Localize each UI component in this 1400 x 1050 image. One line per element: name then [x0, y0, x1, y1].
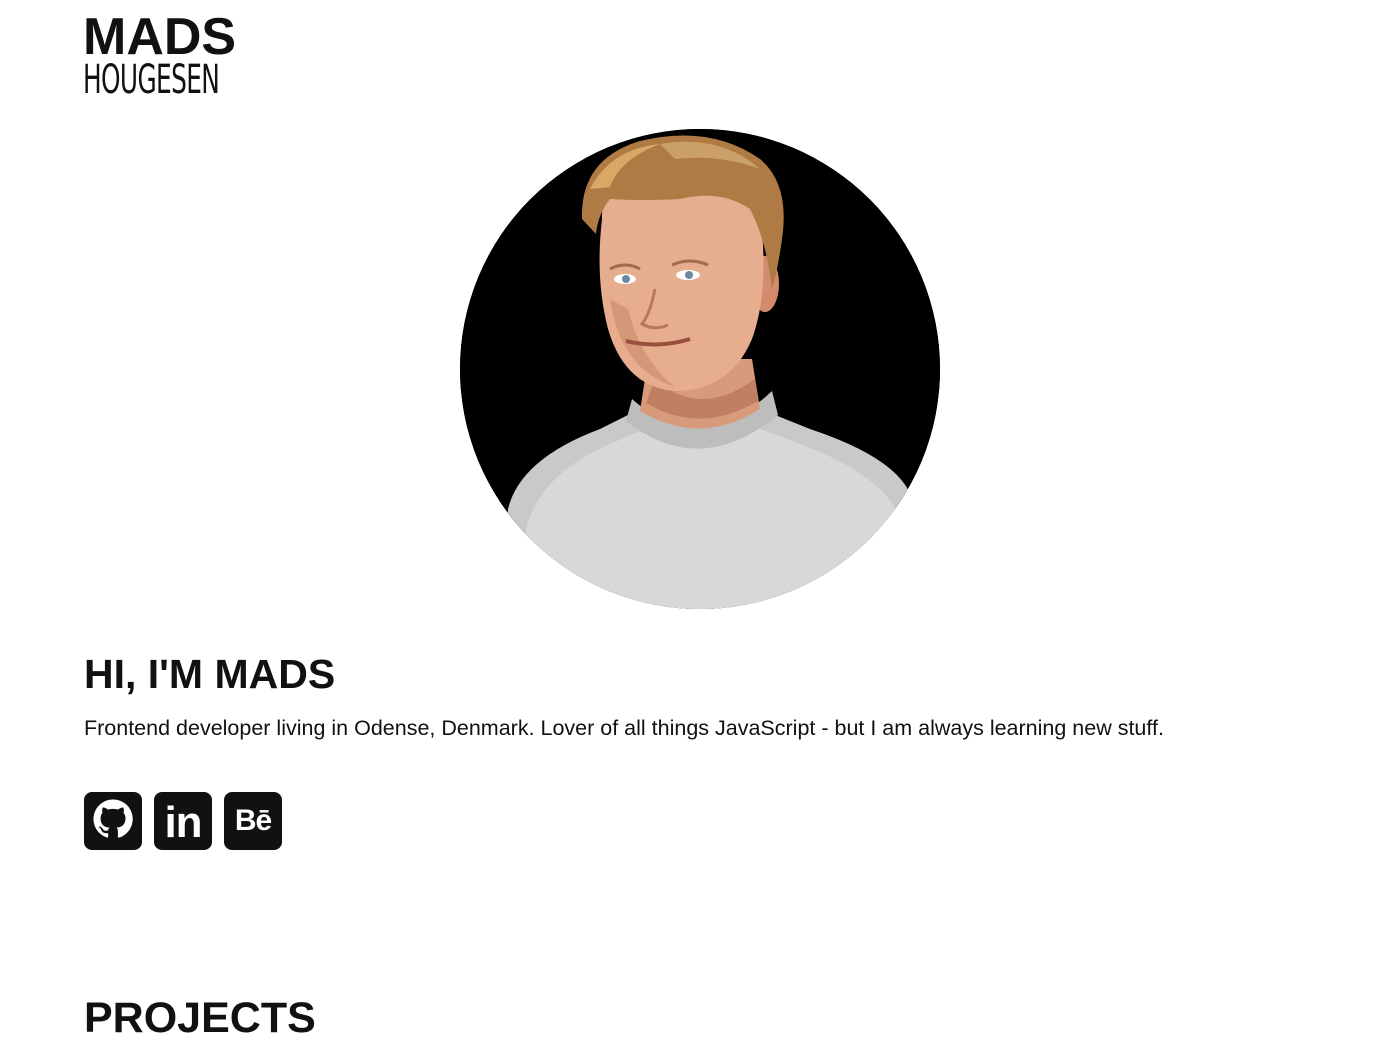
logo-last-name: HOUGESEN [83, 57, 220, 103]
portrait-illustration [460, 129, 940, 609]
hero-bio: Frontend developer living in Odense, Den… [84, 716, 1164, 740]
projects-heading: PROJECTS [84, 994, 316, 1042]
behance-icon: Bē [234, 804, 272, 837]
behance-link[interactable]: Bē [224, 792, 282, 850]
site-logo[interactable]: MADS HOUGESEN [83, 8, 258, 103]
github-link[interactable] [84, 792, 142, 850]
logo-first-name: MADS [83, 8, 237, 66]
social-links: in Bē [84, 792, 282, 850]
profile-photo [460, 129, 940, 609]
linkedin-icon: in [164, 798, 202, 847]
hero-greeting: HI, I'M MADS [84, 651, 336, 697]
linkedin-link[interactable]: in [154, 792, 212, 850]
github-icon [90, 796, 136, 847]
